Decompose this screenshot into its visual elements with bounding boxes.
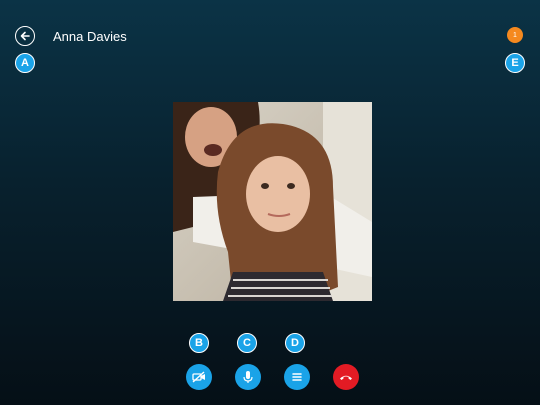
contact-name: Anna Davies bbox=[53, 29, 127, 44]
video-toggle-button[interactable] bbox=[186, 364, 212, 390]
notification-badge[interactable]: 1 bbox=[507, 27, 523, 43]
callout-b: B bbox=[189, 333, 209, 353]
back-button[interactable] bbox=[15, 26, 35, 46]
callout-d: D bbox=[285, 333, 305, 353]
menu-icon bbox=[292, 373, 302, 381]
video-feed bbox=[173, 102, 372, 301]
callout-e: E bbox=[505, 53, 525, 73]
microphone-button[interactable] bbox=[235, 364, 261, 390]
arrow-left-icon bbox=[20, 31, 30, 41]
more-options-button[interactable] bbox=[284, 364, 310, 390]
callout-a: A bbox=[15, 53, 35, 73]
end-call-button[interactable] bbox=[333, 364, 359, 390]
callout-c: C bbox=[237, 333, 257, 353]
video-frame-image bbox=[173, 102, 372, 301]
video-camera-off-icon bbox=[192, 371, 205, 383]
hang-up-icon bbox=[340, 375, 352, 380]
microphone-icon bbox=[243, 371, 253, 383]
